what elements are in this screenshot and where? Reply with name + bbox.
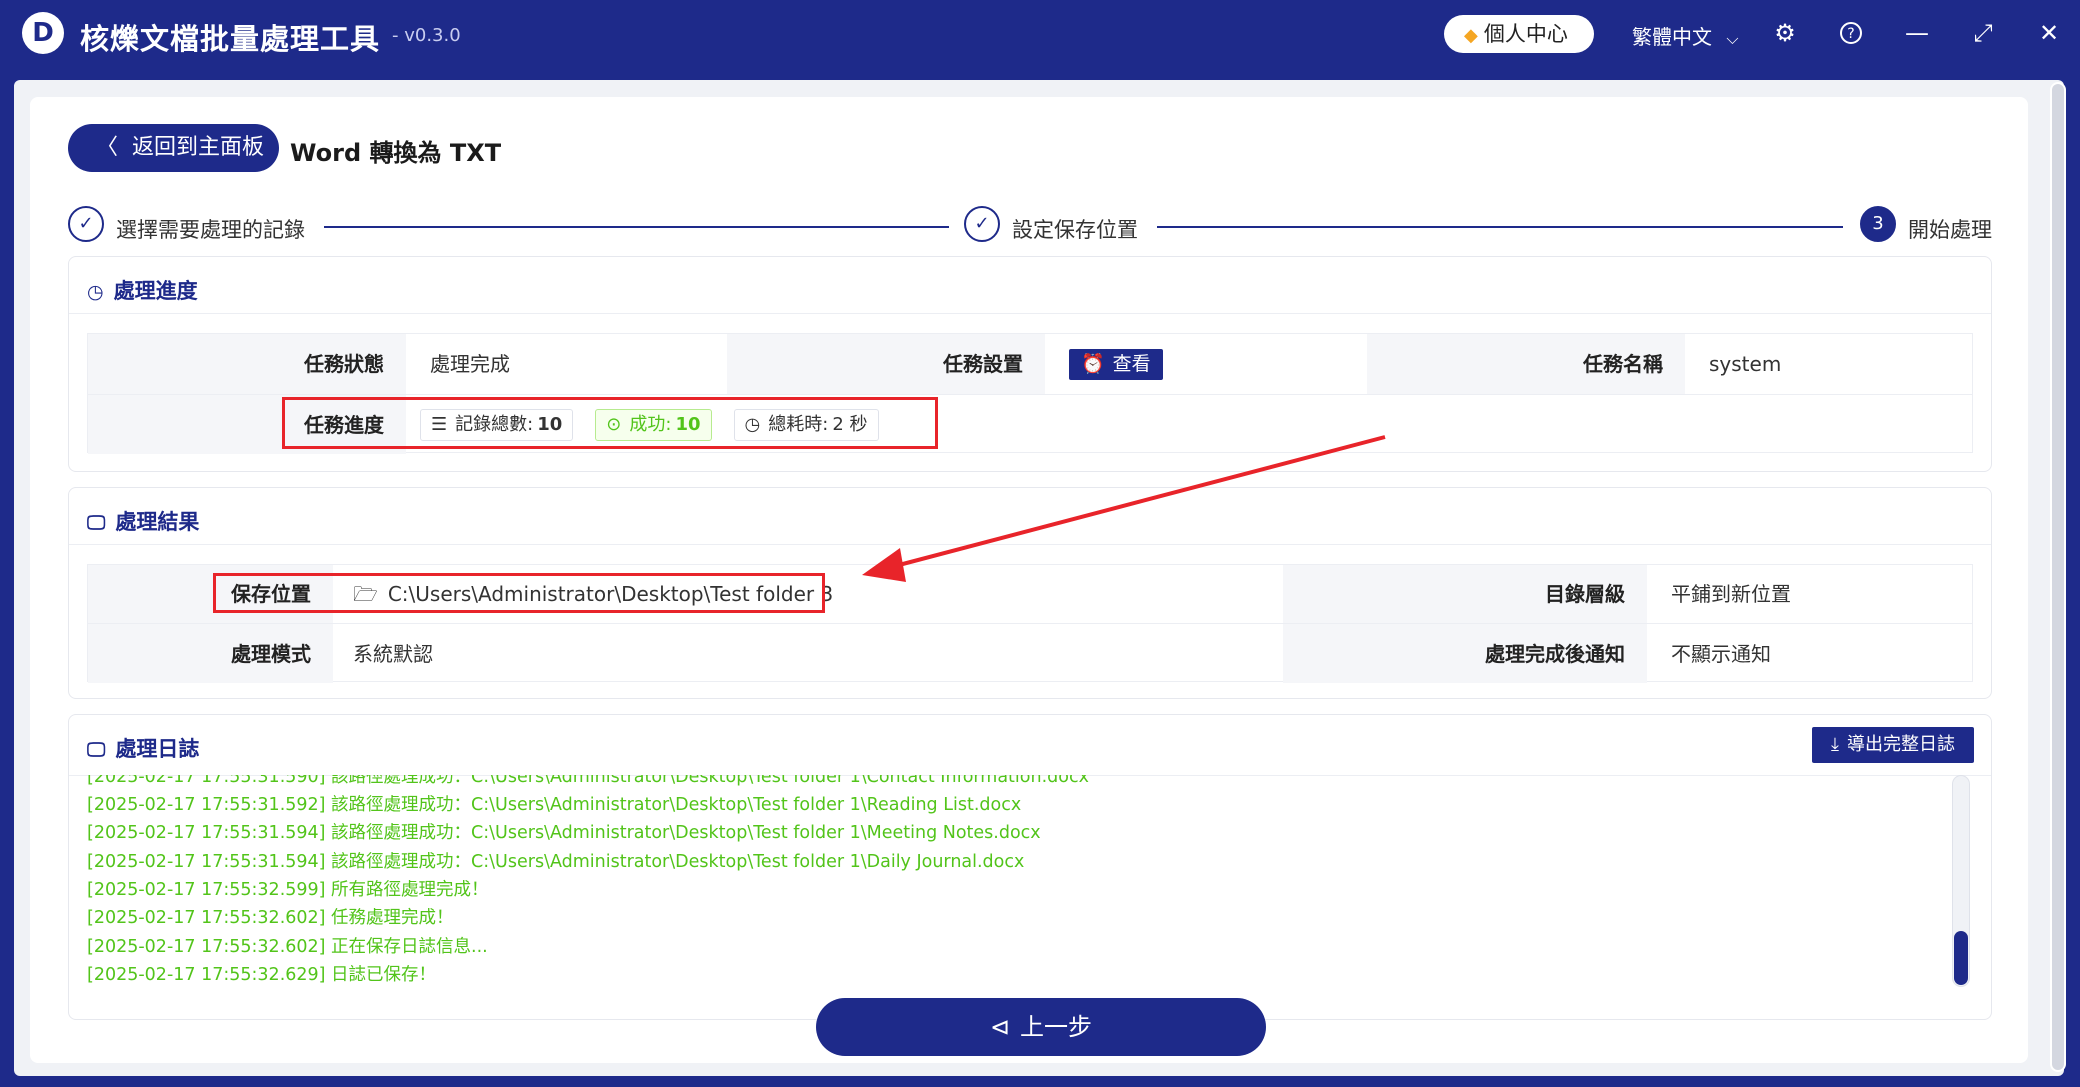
annotation-arrow-icon xyxy=(862,435,1386,582)
